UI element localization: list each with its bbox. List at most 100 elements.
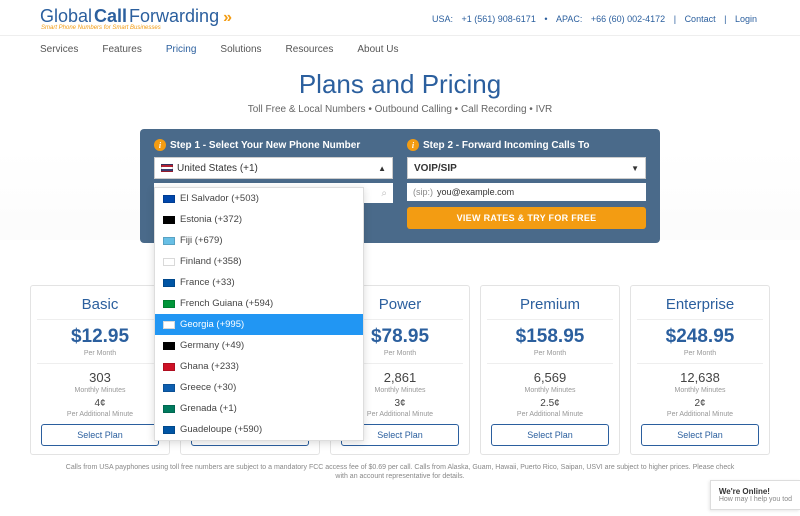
country-select[interactable]: United States (+1) ▲ — [154, 157, 393, 179]
flag-icon — [163, 321, 175, 329]
nav-about[interactable]: About Us — [357, 44, 398, 55]
flag-icon — [163, 342, 175, 350]
plan-name: Enterprise — [637, 296, 763, 320]
nav-features[interactable]: Features — [102, 44, 141, 55]
flag-icon — [163, 363, 175, 371]
country-option[interactable]: Guadeloupe (+590) — [155, 419, 363, 440]
plan-price: $248.95 — [637, 326, 763, 348]
main-nav: Services Features Pricing Solutions Reso… — [0, 36, 800, 63]
country-option-label: Greece (+30) — [180, 382, 236, 393]
sip-prefix: (sip:) — [413, 187, 433, 197]
plan-rate-label: Per Additional Minute — [487, 411, 613, 418]
view-rates-button[interactable]: VIEW RATES & TRY FOR FREE — [407, 207, 646, 229]
logo[interactable]: GlobalCallForwarding» Smart Phone Number… — [40, 6, 228, 31]
plan-minutes: 12,638 — [637, 370, 763, 385]
flag-icon — [163, 195, 175, 203]
select-plan-button[interactable]: Select Plan — [641, 424, 759, 446]
country-option-label: Guadeloupe (+590) — [180, 424, 262, 435]
phone-apac[interactable]: +66 (60) 002-4172 — [591, 14, 665, 24]
country-option[interactable]: French Guiana (+594) — [155, 293, 363, 314]
phone-usa-label: USA: — [432, 14, 453, 24]
login-link[interactable]: Login — [735, 14, 757, 24]
nav-resources[interactable]: Resources — [286, 44, 334, 55]
flag-icon — [163, 426, 175, 434]
hero: Plans and Pricing Toll Free & Local Numb… — [0, 63, 800, 119]
search-icon: ⌕ — [381, 188, 387, 199]
country-option[interactable]: France (+33) — [155, 272, 363, 293]
plan-minutes: 6,569 — [487, 370, 613, 385]
plan-minutes-label: Monthly Minutes — [487, 387, 613, 394]
flag-icon — [163, 258, 175, 266]
chat-widget[interactable]: We're Online! How may I help you tod — [710, 480, 800, 510]
topbar: GlobalCallForwarding» Smart Phone Number… — [0, 0, 800, 36]
step1-title: Step 1 - Select Your New Phone Number — [170, 140, 360, 151]
chevron-down-icon: ▼ — [631, 164, 639, 173]
country-option[interactable]: Germany (+49) — [155, 335, 363, 356]
chevron-up-icon: ▲ — [378, 164, 386, 173]
plan-price: $12.95 — [37, 326, 163, 348]
plan-card: Basic $12.95 Per Month 303 Monthly Minutes 4¢… — [30, 285, 170, 455]
page-subtitle: Toll Free & Local Numbers • Outbound Cal… — [0, 104, 800, 115]
country-option[interactable]: El Salvador (+503) — [155, 188, 363, 209]
chat-title: We're Online! — [719, 487, 792, 496]
step-1: iStep 1 - Select Your New Phone Number U… — [154, 139, 393, 229]
flag-icon — [163, 279, 175, 287]
country-option[interactable]: Ghana (+233) — [155, 356, 363, 377]
select-plan-button[interactable]: Select Plan — [491, 424, 609, 446]
logo-text-b: Call — [94, 6, 127, 27]
country-option-label: Finland (+358) — [180, 256, 242, 267]
chat-sub: How may I help you tod — [719, 496, 792, 503]
country-option[interactable]: Estonia (+372) — [155, 209, 363, 230]
step2-title: Step 2 - Forward Incoming Calls To — [423, 140, 590, 151]
us-flag-icon — [161, 164, 173, 172]
plan-rate: 2.5¢ — [487, 398, 613, 409]
country-option-label: Georgia (+995) — [180, 319, 244, 330]
plan-name: Premium — [487, 296, 613, 320]
country-option[interactable]: Grenada (+1) — [155, 398, 363, 419]
country-option-label: Fiji (+679) — [180, 235, 223, 246]
country-selected: United States (+1) — [177, 163, 258, 174]
flag-icon — [163, 237, 175, 245]
country-option-label: Ghana (+233) — [180, 361, 239, 372]
flag-icon — [163, 216, 175, 224]
plan-name: Basic — [37, 296, 163, 320]
step-2: iStep 2 - Forward Incoming Calls To VOIP… — [407, 139, 646, 229]
plan-card: Enterprise$248.95Per Month12,638Monthly … — [630, 285, 770, 455]
logo-text-c: Forwarding — [129, 6, 219, 27]
country-option-label: Estonia (+372) — [180, 214, 242, 225]
phone-apac-label: APAC: — [556, 14, 582, 24]
plan-price: $158.95 — [487, 326, 613, 348]
plans-row: Basic $12.95 Per Month 303 Monthly Minutes 4¢… — [0, 285, 800, 455]
country-option-label: French Guiana (+594) — [180, 298, 273, 309]
plan-rate: 2¢ — [637, 398, 763, 409]
nav-solutions[interactable]: Solutions — [220, 44, 261, 55]
select-plan-button[interactable]: Select Plan — [41, 424, 159, 446]
sip-input[interactable]: (sip:) you@example.com — [407, 183, 646, 201]
plan-rate-label: Per Additional Minute — [37, 411, 163, 418]
phone-usa[interactable]: +1 (561) 908-6171 — [462, 14, 536, 24]
country-option[interactable]: Greece (+30) — [155, 377, 363, 398]
plan-rate-label: Per Additional Minute — [637, 411, 763, 418]
country-option[interactable]: Fiji (+679) — [155, 230, 363, 251]
country-option[interactable]: Georgia (+995) — [155, 314, 363, 335]
plan-rate: 4¢ — [37, 398, 163, 409]
country-dropdown: El Salvador (+503) Estonia (+372) Fiji (+6… — [154, 187, 364, 441]
plan-per: Per Month — [37, 350, 163, 364]
logo-arrows-icon: » — [223, 9, 228, 27]
page-title: Plans and Pricing — [0, 69, 800, 100]
plan-minutes: 303 — [37, 370, 163, 385]
top-links: USA: +1 (561) 908-6171 • APAC: +66 (60) … — [429, 14, 760, 24]
contact-link[interactable]: Contact — [685, 14, 716, 24]
country-option[interactable]: Finland (+358) — [155, 251, 363, 272]
logo-text-a: Global — [40, 6, 92, 27]
nav-services[interactable]: Services — [40, 44, 78, 55]
nav-pricing[interactable]: Pricing — [166, 44, 197, 55]
forward-selected: VOIP/SIP — [414, 163, 457, 174]
plan-per: Per Month — [637, 350, 763, 364]
footer-disclaimer: Calls from USA payphones using toll free… — [0, 455, 800, 481]
sip-value: you@example.com — [437, 187, 514, 197]
forward-select[interactable]: VOIP/SIP ▼ — [407, 157, 646, 179]
steps-panel: iStep 1 - Select Your New Phone Number U… — [140, 129, 660, 243]
plan-minutes-label: Monthly Minutes — [37, 387, 163, 394]
country-option-label: El Salvador (+503) — [180, 193, 259, 204]
